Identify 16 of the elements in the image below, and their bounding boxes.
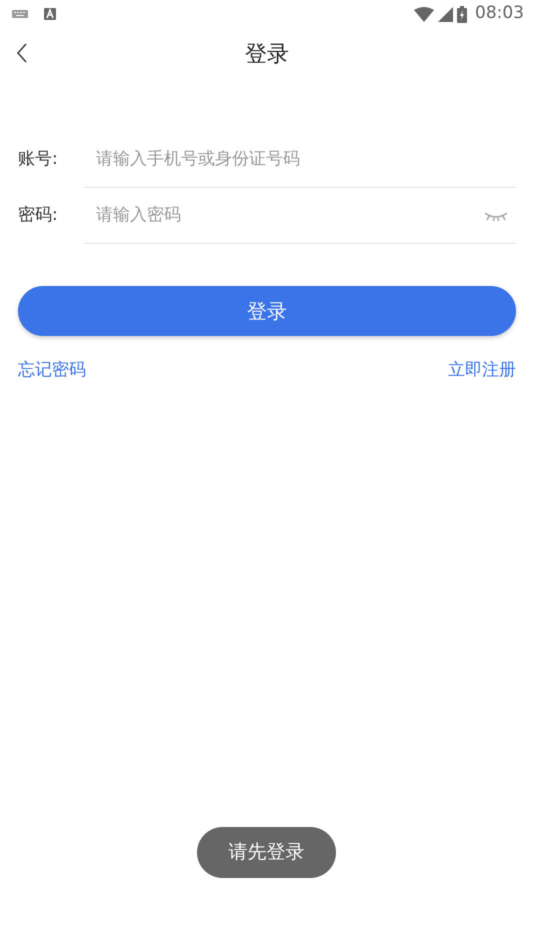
battery-icon [457, 6, 467, 22]
notification-icon [44, 8, 56, 20]
account-field[interactable]: 请输入手机号或身份证号码 [94, 146, 508, 174]
clock-time: 08:03 [475, 2, 524, 26]
signal-icon [438, 6, 453, 22]
keyboard-icon [12, 9, 28, 19]
register-link[interactable]: 立即注册 [448, 358, 516, 384]
back-icon [16, 42, 28, 63]
toast-message: 请先登录 [197, 827, 336, 878]
forgot-password-link[interactable]: 忘记密码 [18, 358, 86, 384]
field-label: 密码: [18, 204, 59, 228]
wifi-icon [414, 6, 434, 22]
login-button[interactable]: 登录 [18, 286, 516, 336]
password-field[interactable]: 请输入密码 [94, 202, 484, 230]
field-label: 账号: [18, 148, 59, 172]
page-title: 登录 [245, 40, 289, 68]
